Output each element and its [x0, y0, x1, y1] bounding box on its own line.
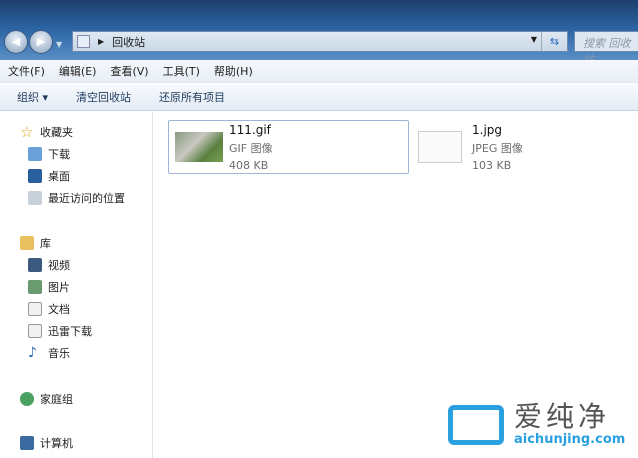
navigation-pane: ☆ 收藏夹 下载 桌面 最近访问的位置 库 视频 图片 文档 迅雷下载 ♪ 音乐 家…: [0, 112, 153, 458]
desktop-icon: [28, 169, 42, 183]
menu-help[interactable]: 帮助(H): [214, 63, 253, 79]
sidebar-item-documents[interactable]: 文档: [28, 300, 70, 318]
logo-icon: [448, 404, 504, 445]
recent-pages-dropdown[interactable]: ▼: [56, 40, 62, 54]
jpg-thumbnail: [418, 131, 462, 163]
sidebar-item-videos[interactable]: 视频: [28, 256, 70, 274]
thunder-download-icon: [28, 324, 42, 338]
watermark-logo: 爱纯净 aichunjing.com: [448, 402, 625, 447]
menu-view[interactable]: 查看(V): [110, 63, 148, 79]
sidebar-computer[interactable]: 计算机: [20, 434, 73, 452]
sidebar-favorites[interactable]: ☆ 收藏夹: [20, 123, 73, 141]
downloads-icon: [28, 147, 42, 161]
breadcrumb-location[interactable]: 回收站: [112, 34, 145, 50]
address-dropdown-icon[interactable]: ▼: [531, 35, 537, 44]
sidebar-item-music[interactable]: ♪ 音乐: [28, 344, 70, 362]
computer-icon: [20, 436, 34, 450]
sidebar-homegroup[interactable]: 家庭组: [20, 390, 73, 408]
forward-button[interactable]: ▶: [29, 30, 53, 54]
command-bar: 组织 ▾ 清空回收站 还原所有项目: [0, 84, 638, 111]
recycle-bin-icon: [77, 35, 90, 48]
gif-thumbnail: [175, 132, 223, 162]
menu-edit[interactable]: 编辑(E): [59, 63, 97, 79]
empty-recycle-bin-button[interactable]: 清空回收站: [76, 89, 131, 105]
recent-places-icon: [28, 191, 42, 205]
search-input[interactable]: 搜索 回收站: [574, 31, 638, 66]
menu-tools[interactable]: 工具(T): [163, 63, 200, 79]
music-icon: ♪: [28, 345, 37, 361]
organize-button[interactable]: 组织 ▾: [17, 89, 48, 105]
file-item[interactable]: 1.jpg JPEG 图像 103 KB: [412, 120, 638, 174]
sidebar-item-downloads[interactable]: 下载: [28, 145, 70, 163]
star-icon: ☆: [20, 123, 34, 141]
restore-all-button[interactable]: 还原所有项目: [159, 89, 225, 105]
menu-file[interactable]: 文件(F): [8, 63, 45, 79]
navigation-buttons: ◀ ▶ ▼: [4, 30, 62, 54]
documents-icon: [28, 302, 42, 316]
file-item[interactable]: 111.gif GIF 图像 408 KB: [168, 120, 409, 174]
homegroup-icon: [20, 392, 34, 406]
video-icon: [28, 258, 42, 272]
sidebar-item-pictures[interactable]: 图片: [28, 278, 70, 296]
sidebar-libraries[interactable]: 库: [20, 234, 51, 252]
pictures-icon: [28, 280, 42, 294]
address-bar[interactable]: ▶ 回收站 ▼ ⇆: [72, 31, 568, 52]
refresh-button[interactable]: ⇆: [541, 32, 567, 51]
back-button[interactable]: ◀: [4, 30, 28, 54]
breadcrumb-arrow-icon[interactable]: ▶: [98, 37, 104, 46]
sidebar-item-thunder-downloads[interactable]: 迅雷下载: [28, 322, 92, 340]
library-icon: [20, 236, 34, 250]
sidebar-item-desktop[interactable]: 桌面: [28, 167, 70, 185]
menu-bar: 文件(F) 编辑(E) 查看(V) 工具(T) 帮助(H): [0, 60, 638, 83]
sidebar-item-recent[interactable]: 最近访问的位置: [28, 189, 125, 207]
